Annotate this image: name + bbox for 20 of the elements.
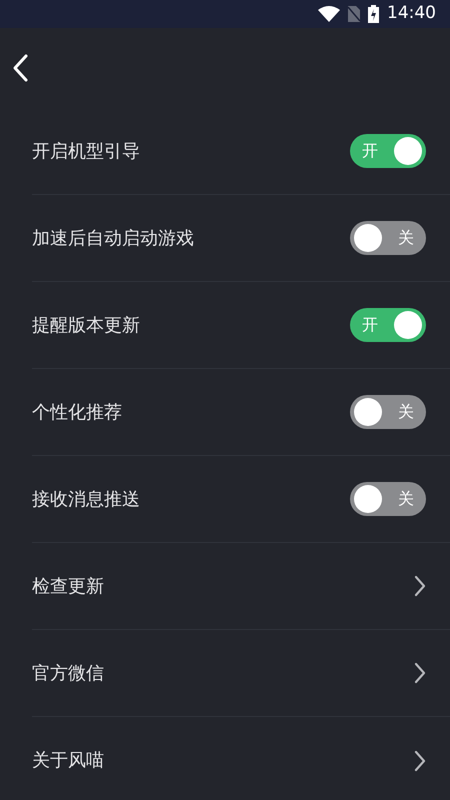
toggle-switch[interactable]: 关 xyxy=(350,221,426,255)
chevron-right-icon[interactable] xyxy=(414,662,426,684)
setting-label: 接收消息推送 xyxy=(32,488,140,512)
toggle-switch[interactable]: 开 xyxy=(350,134,426,168)
setting-label: 检查更新 xyxy=(32,574,104,598)
setting-label: 关于风喵 xyxy=(32,749,104,773)
setting-label: 开启机型引导 xyxy=(32,140,140,164)
battery-charging-icon xyxy=(368,5,379,23)
wifi-icon xyxy=(318,6,340,22)
chevron-right-icon[interactable] xyxy=(414,750,426,772)
toggle-switch[interactable]: 关 xyxy=(350,395,426,429)
no-sim-icon xyxy=(348,6,360,22)
setting-label: 个性化推荐 xyxy=(32,400,122,424)
toggle-switch[interactable]: 开 xyxy=(350,308,426,342)
setting-label: 官方微信 xyxy=(32,662,104,686)
setting-label: 加速后自动启动游戏 xyxy=(32,226,194,250)
toggle-switch[interactable]: 关 xyxy=(350,482,426,516)
clock-time: 14:40 xyxy=(387,2,436,26)
chevron-right-icon[interactable] xyxy=(414,575,426,597)
setting-label: 提醒版本更新 xyxy=(32,314,140,338)
